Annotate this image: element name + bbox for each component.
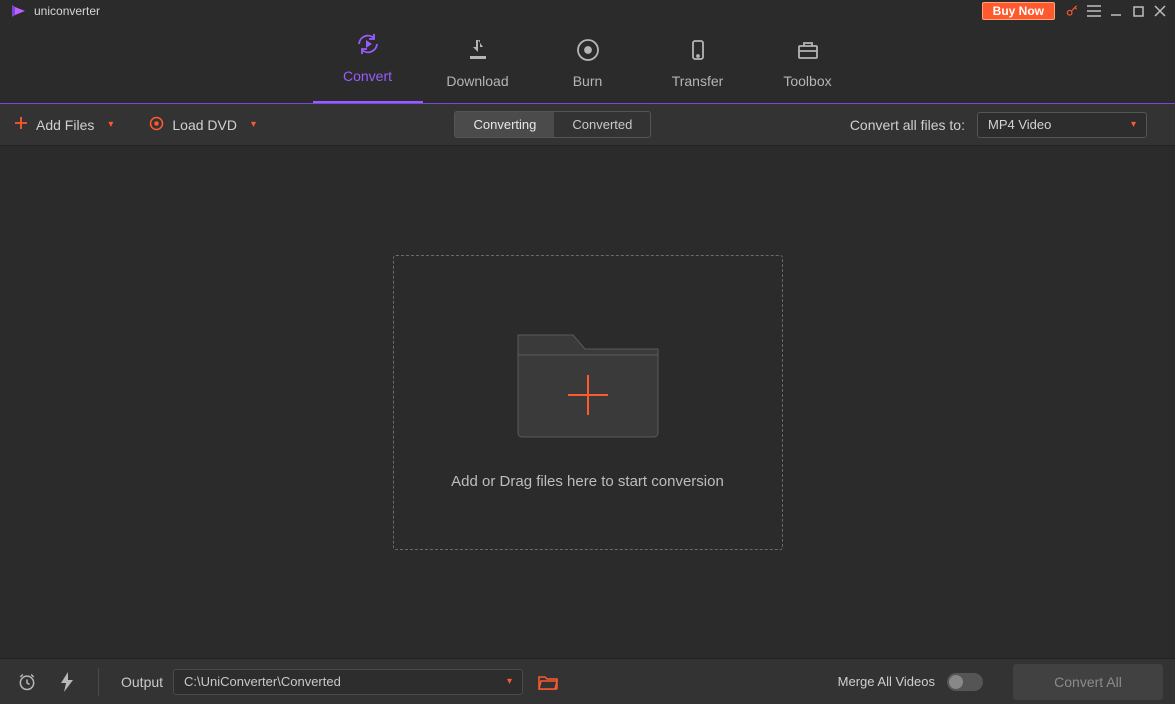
convert-status-tabs: Converting Converted — [454, 111, 651, 138]
chevron-down-icon: ▾ — [108, 119, 113, 130]
convert-icon — [354, 30, 382, 58]
toolbar-right: Convert all files to: MP4 Video ▾ — [850, 112, 1147, 138]
load-dvd-button[interactable]: Load DVD ▾ — [149, 116, 256, 134]
add-files-button[interactable]: Add Files ▾ — [14, 116, 113, 133]
maximize-icon[interactable] — [1127, 1, 1149, 21]
target-format-select[interactable]: MP4 Video ▾ — [977, 112, 1147, 138]
output-label: Output — [121, 674, 163, 690]
chevron-down-icon: ▾ — [251, 119, 256, 130]
merge-videos-group: Merge All Videos — [838, 673, 983, 691]
key-icon[interactable] — [1061, 1, 1083, 21]
output-path-select[interactable]: C:\UniConverter\Converted ▾ — [173, 669, 523, 695]
transfer-icon — [685, 37, 711, 63]
merge-videos-label: Merge All Videos — [838, 674, 935, 689]
tab-converting[interactable]: Converting — [455, 112, 554, 137]
tab-converted[interactable]: Converted — [554, 112, 650, 137]
nav-convert[interactable]: Convert — [313, 22, 423, 103]
app-brand: uniconverter — [10, 3, 100, 19]
convert-all-to-label: Convert all files to: — [850, 117, 965, 133]
app-logo-icon — [10, 3, 26, 19]
load-dvd-label: Load DVD — [172, 117, 237, 133]
convert-all-button[interactable]: Convert All — [1013, 664, 1163, 700]
dropzone[interactable]: Add or Drag files here to start conversi… — [393, 255, 783, 550]
merge-videos-toggle[interactable] — [947, 673, 983, 691]
add-files-label: Add Files — [36, 117, 94, 133]
title-controls: Buy Now — [982, 1, 1171, 21]
nav-burn[interactable]: Burn — [533, 22, 643, 103]
target-format-value: MP4 Video — [988, 117, 1051, 132]
separator — [98, 668, 99, 696]
nav-transfer[interactable]: Transfer — [643, 22, 753, 103]
menu-icon[interactable] — [1083, 1, 1105, 21]
main-nav: Convert Download Burn T — [0, 22, 1175, 104]
workspace: Add or Drag files here to start conversi… — [0, 146, 1175, 658]
close-icon[interactable] — [1149, 1, 1171, 21]
schedule-icon[interactable] — [12, 667, 42, 697]
app-name: uniconverter — [34, 4, 100, 18]
nav-download[interactable]: Download — [423, 22, 533, 103]
toolbar-left: Add Files ▾ Load DVD ▾ — [14, 116, 256, 134]
chevron-down-icon: ▾ — [507, 676, 512, 687]
folder-add-icon — [508, 315, 668, 445]
buy-now-button[interactable]: Buy Now — [982, 2, 1055, 20]
gpu-accel-icon[interactable] — [52, 667, 82, 697]
nav-burn-label: Burn — [573, 73, 603, 89]
nav-toolbox[interactable]: Toolbox — [753, 22, 863, 103]
bottom-bar: Output C:\UniConverter\Converted ▾ Merge… — [0, 658, 1175, 704]
minimize-icon[interactable] — [1105, 1, 1127, 21]
burn-icon — [575, 37, 601, 63]
disc-icon — [149, 116, 164, 134]
title-bar: uniconverter Buy Now — [0, 0, 1175, 22]
nav-toolbox-label: Toolbox — [783, 73, 831, 89]
chevron-down-icon: ▾ — [1131, 119, 1136, 130]
nav-download-label: Download — [446, 73, 508, 89]
open-folder-icon[interactable] — [533, 674, 563, 690]
toolbox-icon — [795, 37, 821, 63]
toolbar: Add Files ▾ Load DVD ▾ Converting Conver… — [0, 104, 1175, 146]
dropzone-hint: Add or Drag files here to start conversi… — [451, 473, 724, 490]
output-path-value: C:\UniConverter\Converted — [184, 674, 341, 689]
nav-transfer-label: Transfer — [672, 73, 724, 89]
nav-convert-label: Convert — [343, 68, 392, 84]
plus-icon — [14, 116, 28, 133]
download-icon — [465, 37, 491, 63]
